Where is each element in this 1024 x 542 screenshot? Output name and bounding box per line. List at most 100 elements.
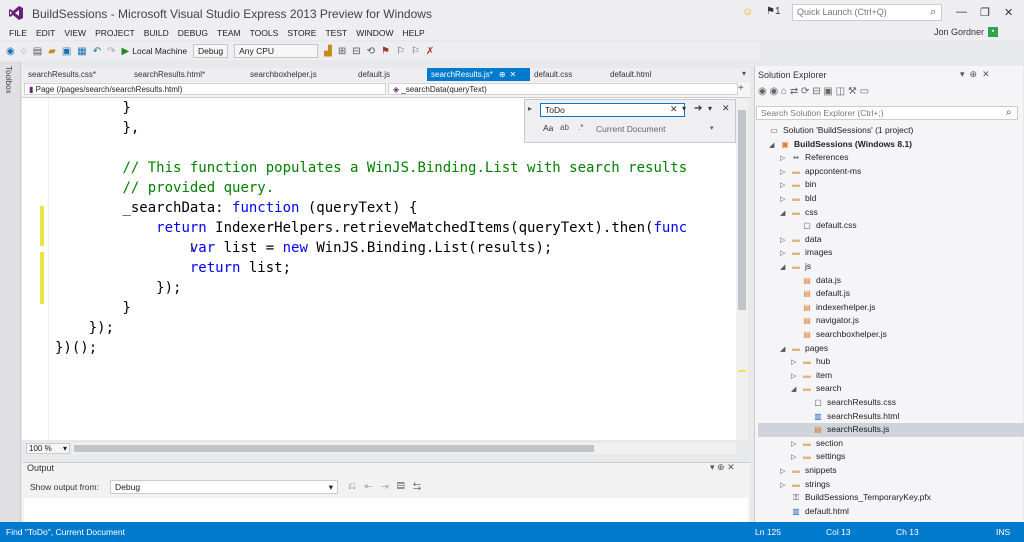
find-next-dropdown-icon[interactable]: ▾ (708, 104, 712, 113)
menu-store[interactable]: STORE (287, 28, 316, 38)
menu-team[interactable]: TEAM (217, 28, 241, 38)
redo-icon[interactable]: ↷ (107, 46, 115, 57)
menu-build[interactable]: BUILD (144, 28, 169, 38)
collapsed-arrow-icon[interactable]: ▷ (791, 356, 801, 369)
tab-default-css[interactable]: default.css (534, 70, 572, 79)
code-line[interactable]: }, (55, 118, 139, 138)
tree-item[interactable]: ▷ ▬ images (758, 246, 1024, 260)
notifications-flag-icon[interactable]: ⚑1 (766, 6, 781, 17)
menu-edit[interactable]: EDIT (36, 28, 55, 38)
undo-icon[interactable]: ↶ (93, 46, 101, 57)
menu-file[interactable]: FILE (9, 28, 27, 38)
bookmark-prev-icon[interactable]: ⚐ (396, 46, 405, 57)
code-line[interactable]: } (55, 298, 130, 318)
tab-overflow-dropdown-icon[interactable]: ▾ (742, 69, 746, 78)
dropdown-icon[interactable]: ▾ (960, 69, 965, 79)
code-line[interactable]: // This function populates a WinJS.Bindi… (55, 158, 687, 178)
properties-icon[interactable]: ⚒ (848, 86, 857, 97)
view-icon[interactable]: ◫ (836, 86, 845, 97)
user-name[interactable]: Jon Gordner (934, 27, 984, 37)
collapsed-arrow-icon[interactable]: ▷ (780, 234, 790, 247)
word-wrap-icon[interactable]: ⇆ (413, 481, 421, 492)
save-all-icon[interactable]: ▦ (77, 46, 86, 57)
tab-searchresults-html[interactable]: searchResults.html* (134, 70, 205, 79)
collapsed-arrow-icon[interactable]: ▷ (780, 193, 790, 206)
regex-icon[interactable]: .* (578, 123, 583, 132)
back-icon[interactable]: ◉ (758, 86, 767, 97)
collapsed-arrow-icon[interactable]: ▷ (780, 166, 790, 179)
collapsed-arrow-icon[interactable]: ▷ (780, 465, 790, 478)
output-content[interactable] (24, 498, 748, 522)
bookmark-icon[interactable]: ⚑ (381, 46, 390, 57)
tree-item[interactable]: ◢ ▬ pages (758, 342, 1024, 356)
vertical-scroll-thumb[interactable] (738, 110, 746, 310)
tree-item[interactable]: ▥ searchResults.html (758, 410, 1024, 424)
home-icon[interactable]: ⌂ (781, 86, 787, 97)
tree-item[interactable]: ▷ ▬ item (758, 369, 1024, 383)
tree-item[interactable]: ▤ default.js (758, 287, 1024, 301)
tab-searchboxhelper-js[interactable]: searchboxhelper.js (250, 70, 317, 79)
tree-item[interactable]: ◢ ▣ BuildSessions (Windows 8.1) (758, 138, 1024, 152)
pin-icon[interactable]: ⊕ (970, 69, 978, 79)
search-icon[interactable]: ⌕ (930, 6, 936, 19)
find-options-icon[interactable]: ▾ (682, 104, 686, 113)
tab-default-html[interactable]: default.html (610, 70, 651, 79)
sync-icon[interactable]: ⇄ (790, 86, 798, 97)
menu-debug[interactable]: DEBUG (178, 28, 208, 38)
close-icon[interactable]: ✕ (982, 69, 990, 79)
close-tab-icon[interactable]: ✕ (510, 70, 517, 79)
code-line[interactable]: var list = new WinJS.Binding.List(result… (55, 238, 552, 258)
go-to-next-icon[interactable]: ⇥ (381, 481, 389, 492)
member-dropdown[interactable]: ◈ _searchData(queryText) (388, 83, 738, 95)
clear-all-icon[interactable]: ▤ (397, 481, 405, 492)
go-to-prev-icon[interactable]: ⇤ (364, 481, 372, 492)
tab-searchresults-css[interactable]: searchResults.css* (28, 70, 96, 79)
collapse-all-icon[interactable]: ⊟ (812, 86, 820, 97)
collapsed-arrow-icon[interactable]: ▷ (780, 247, 790, 260)
tree-item[interactable]: ▷ ▬ bin (758, 178, 1024, 192)
user-avatar-icon[interactable]: ▪ (988, 27, 998, 37)
collapsed-arrow-icon[interactable]: ▷ (780, 479, 790, 492)
close-icon[interactable]: ✕ (1004, 6, 1013, 19)
loop-icon[interactable]: ⟲ (367, 46, 375, 57)
expanded-arrow-icon[interactable]: ◢ (780, 343, 790, 356)
collapsed-arrow-icon[interactable]: ▷ (791, 451, 801, 464)
toolbox-tab[interactable]: Toolbox (4, 66, 13, 94)
collapsed-arrow-icon[interactable]: ▷ (780, 152, 790, 165)
horizontal-scroll-thumb[interactable] (74, 445, 594, 452)
code-line[interactable]: return list; (55, 258, 291, 278)
tree-item[interactable]: ▷ ▬ data (758, 233, 1024, 247)
tree-item[interactable]: ▤ searchResults.js (758, 423, 1024, 437)
collapsed-arrow-icon[interactable]: ▷ (791, 438, 801, 451)
match-whole-word-icon[interactable]: ab (560, 123, 569, 132)
navigate-forward-icon[interactable]: ◌ (21, 46, 27, 57)
search-icon[interactable]: ⌕ (1006, 107, 1012, 118)
open-file-icon[interactable]: ▰ (48, 46, 56, 57)
toggle-replace-icon[interactable]: ▸ (528, 104, 532, 113)
collapsed-arrow-icon[interactable]: ▷ (791, 370, 801, 383)
menu-help[interactable]: HELP (402, 28, 424, 38)
tree-item[interactable]: ▷ ▬ section (758, 437, 1024, 451)
match-case-toggle[interactable]: Aa (543, 123, 553, 133)
tree-item[interactable]: ◢ ▬ css (758, 206, 1024, 220)
configuration-dropdown[interactable]: Debug (193, 44, 229, 58)
tree-item[interactable]: ▷ ▪▪ References (758, 151, 1024, 165)
tree-item[interactable]: ▷ ▬ bld (758, 192, 1024, 206)
tree-item[interactable]: ▷ ▬ snippets (758, 464, 1024, 478)
collapsed-arrow-icon[interactable]: ▷ (780, 179, 790, 192)
new-project-icon[interactable]: ▤ (33, 46, 42, 57)
bookmark-clear-icon[interactable]: ✗ (426, 46, 434, 57)
code-line[interactable]: }); (55, 318, 114, 338)
run-target-button[interactable]: Local Machine (132, 46, 187, 56)
menu-tools[interactable]: TOOLS (250, 28, 279, 38)
zoom-dropdown[interactable]: 100 % ▾ (26, 443, 70, 454)
menu-project[interactable]: PROJECT (95, 28, 135, 38)
code-line[interactable]: }); (55, 278, 181, 298)
output-source-dropdown[interactable]: Debug ▾ (110, 480, 338, 494)
feedback-smiley-icon[interactable]: ☺ (742, 6, 753, 18)
forward-icon[interactable]: ◉ (770, 86, 779, 97)
tab-default-js[interactable]: default.js (358, 70, 390, 79)
find-message-icon[interactable]: ⎌ (348, 481, 356, 492)
show-all-files-icon[interactable]: ▣ (823, 86, 832, 97)
close-find-icon[interactable]: ✕ (722, 103, 730, 114)
